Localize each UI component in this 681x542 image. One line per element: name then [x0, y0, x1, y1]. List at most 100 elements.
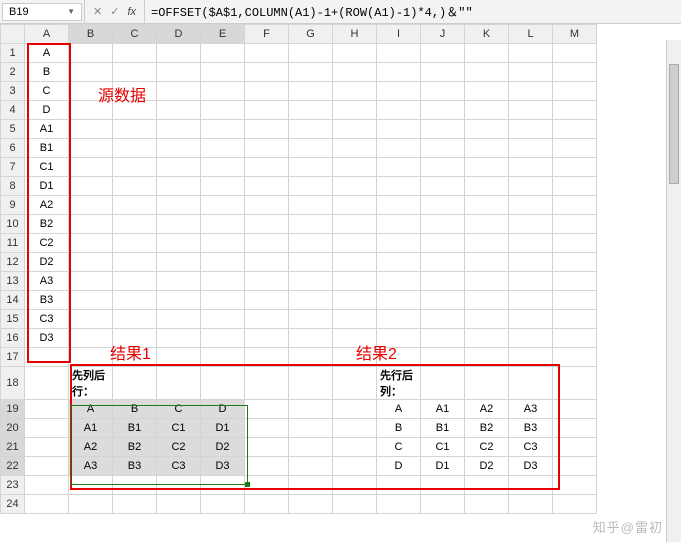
row-header[interactable]: 16	[1, 329, 25, 348]
row-header[interactable]: 23	[1, 476, 25, 495]
row-header[interactable]: 18	[1, 367, 25, 400]
row-header[interactable]: 20	[1, 419, 25, 438]
name-box[interactable]: B19 ▼	[2, 3, 82, 21]
cell[interactable]: A	[377, 400, 421, 419]
cell[interactable]: B3	[113, 457, 157, 476]
cell[interactable]: D2	[25, 253, 69, 272]
row-header[interactable]: 8	[1, 177, 25, 196]
cell[interactable]: C1	[25, 158, 69, 177]
cell[interactable]: D2	[465, 457, 509, 476]
vertical-scrollbar[interactable]	[666, 40, 681, 542]
cell[interactable]: A3	[509, 400, 553, 419]
col-header[interactable]: C	[113, 25, 157, 44]
cell[interactable]: C2	[465, 438, 509, 457]
cell[interactable]: 先行后列：	[377, 367, 421, 400]
cell[interactable]: D3	[201, 457, 245, 476]
cell[interactable]: A	[69, 400, 113, 419]
row-header[interactable]: 11	[1, 234, 25, 253]
col-header[interactable]: K	[465, 25, 509, 44]
col-header[interactable]: A	[25, 25, 69, 44]
row-header[interactable]: 1	[1, 44, 25, 63]
cell[interactable]: C3	[25, 310, 69, 329]
row-header[interactable]: 3	[1, 82, 25, 101]
cell[interactable]: A2	[25, 196, 69, 215]
row-header[interactable]: 22	[1, 457, 25, 476]
row-header[interactable]: 9	[1, 196, 25, 215]
row-header[interactable]: 21	[1, 438, 25, 457]
cell[interactable]: C3	[157, 457, 201, 476]
col-header[interactable]: G	[289, 25, 333, 44]
cell[interactable]: B2	[25, 215, 69, 234]
cell[interactable]: D	[377, 457, 421, 476]
col-header[interactable]: F	[245, 25, 289, 44]
row-header[interactable]: 10	[1, 215, 25, 234]
cell[interactable]: C	[25, 82, 69, 101]
formula-input[interactable]: =OFFSET($A$1,COLUMN(A1)-1+(ROW(A1)-1)*4,…	[145, 1, 681, 22]
row-header[interactable]: 7	[1, 158, 25, 177]
row-header[interactable]: 2	[1, 63, 25, 82]
col-header[interactable]: I	[377, 25, 421, 44]
row-header[interactable]: 6	[1, 139, 25, 158]
col-header[interactable]: E	[201, 25, 245, 44]
row-header[interactable]: 24	[1, 495, 25, 514]
cell[interactable]: C3	[509, 438, 553, 457]
formula-bar: B19 ▼ ✕ ✓ fx =OFFSET($A$1,COLUMN(A1)-1+(…	[0, 0, 681, 24]
cell[interactable]: B1	[421, 419, 465, 438]
cell[interactable]: A1	[25, 120, 69, 139]
col-header[interactable]: J	[421, 25, 465, 44]
col-header[interactable]: M	[553, 25, 597, 44]
row-header[interactable]: 13	[1, 272, 25, 291]
select-all-corner[interactable]	[1, 25, 25, 44]
watermark: 知乎@雷初	[593, 517, 663, 536]
cell[interactable]: D1	[201, 419, 245, 438]
cell[interactable]: A	[25, 44, 69, 63]
col-header[interactable]: D	[157, 25, 201, 44]
cell[interactable]: B3	[25, 291, 69, 310]
cell[interactable]: B	[377, 419, 421, 438]
cell[interactable]: D1	[25, 177, 69, 196]
cell[interactable]: A2	[69, 438, 113, 457]
cell[interactable]: D1	[421, 457, 465, 476]
cell[interactable]: B2	[465, 419, 509, 438]
cell[interactable]: 先列后行：	[69, 367, 113, 400]
row-header[interactable]: 5	[1, 120, 25, 139]
chevron-down-icon[interactable]: ▼	[67, 7, 75, 16]
cell[interactable]: C2	[157, 438, 201, 457]
cell[interactable]: A2	[465, 400, 509, 419]
cancel-icon[interactable]: ✕	[93, 5, 102, 18]
row-header[interactable]: 4	[1, 101, 25, 120]
row-header[interactable]: 17	[1, 348, 25, 367]
cell[interactable]: A3	[25, 272, 69, 291]
col-header[interactable]: B	[69, 25, 113, 44]
fx-icon[interactable]: fx	[127, 6, 136, 18]
cell[interactable]: D	[25, 101, 69, 120]
cell[interactable]: C2	[25, 234, 69, 253]
cell[interactable]: B1	[113, 419, 157, 438]
cell[interactable]: B	[25, 63, 69, 82]
cell[interactable]: B	[113, 400, 157, 419]
col-header[interactable]: H	[333, 25, 377, 44]
cell[interactable]: C1	[421, 438, 465, 457]
cell[interactable]: B2	[113, 438, 157, 457]
scrollbar-thumb[interactable]	[669, 64, 679, 184]
cell[interactable]: C	[377, 438, 421, 457]
cell[interactable]: A1	[69, 419, 113, 438]
cell[interactable]: C	[157, 400, 201, 419]
cell[interactable]: C1	[157, 419, 201, 438]
cell[interactable]: B3	[509, 419, 553, 438]
row-header[interactable]: 14	[1, 291, 25, 310]
confirm-icon[interactable]: ✓	[110, 5, 119, 18]
cell[interactable]: D3	[509, 457, 553, 476]
row-header[interactable]: 19	[1, 400, 25, 419]
cell[interactable]: D	[201, 400, 245, 419]
cell[interactable]: A1	[421, 400, 465, 419]
cell[interactable]: A3	[69, 457, 113, 476]
cell[interactable]: D2	[201, 438, 245, 457]
spreadsheet-grid[interactable]: A B C D E F G H I J K L M 1A 2B 3C 4D 5A…	[0, 24, 597, 514]
col-header[interactable]: L	[509, 25, 553, 44]
cell[interactable]: D3	[25, 329, 69, 348]
cell[interactable]: B1	[25, 139, 69, 158]
row-header[interactable]: 12	[1, 253, 25, 272]
name-box-value: B19	[9, 6, 29, 18]
row-header[interactable]: 15	[1, 310, 25, 329]
